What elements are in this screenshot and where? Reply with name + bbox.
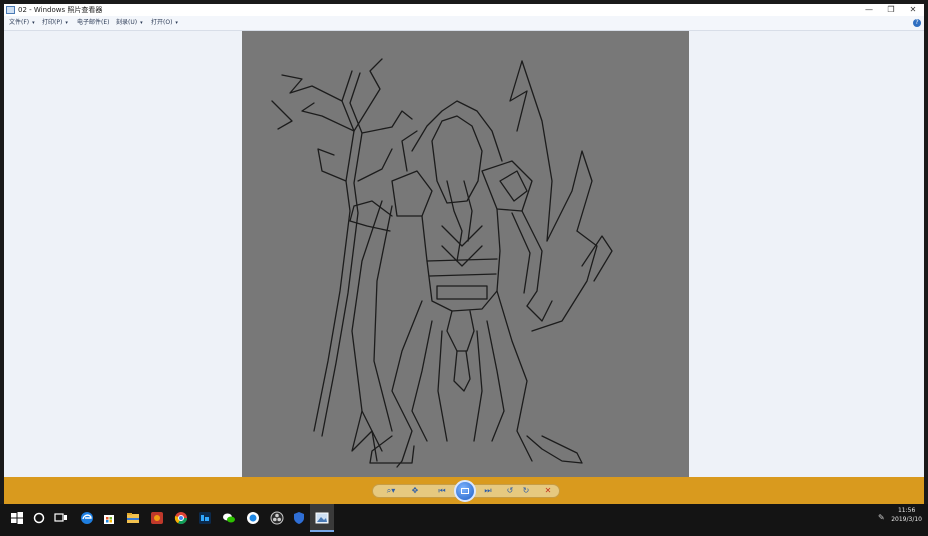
displayed-image	[242, 31, 689, 477]
playback-control-bar: ⌕▾ ✥ ⏮ ⏭ ↺ ↻ ✕	[4, 477, 924, 504]
menu-burn[interactable]: 刻录(U) ▾	[116, 16, 143, 30]
chat-app-icon[interactable]	[246, 511, 260, 525]
menu-bar: 文件(F) ▾ 打印(P) ▾ 电子邮件(E) 刻录(U) ▾ 打开(O) ▾ ?	[4, 16, 924, 31]
clock[interactable]: 11:56 2019/3/10	[891, 506, 922, 524]
pen-tray-icon[interactable]: ✎	[878, 513, 888, 523]
photo-viewer-window: 02 - Windows 照片查看器 — ❐ ✕ 文件(F) ▾ 打印(P) ▾ 电…	[4, 4, 924, 504]
photo-viewer-app-icon	[6, 6, 15, 14]
search-icon[interactable]	[32, 511, 46, 525]
rotate-ccw-icon[interactable]: ↺	[504, 484, 516, 498]
rotate-cw-icon[interactable]: ↻	[520, 484, 532, 498]
slideshow-icon	[461, 488, 469, 494]
clock-time: 11:56	[897, 507, 916, 514]
store-icon[interactable]	[102, 511, 116, 525]
character-sketch-image	[271, 58, 613, 468]
zoom-icon[interactable]: ⌕▾	[382, 484, 400, 498]
actual-size-icon[interactable]: ✥	[408, 484, 422, 498]
previous-icon[interactable]: ⏮	[434, 484, 450, 498]
menu-print[interactable]: 打印(P) ▾	[42, 16, 68, 30]
task-view-icon[interactable]	[54, 511, 68, 525]
file-explorer-icon[interactable]	[126, 511, 140, 525]
slideshow-button[interactable]	[454, 480, 476, 502]
photo-viewer-icon	[315, 512, 329, 524]
chevron-down-icon: ▾	[140, 20, 143, 26]
close-button[interactable]: ✕	[902, 4, 924, 16]
restore-button[interactable]: ❐	[880, 4, 902, 16]
minimize-button[interactable]: —	[858, 4, 880, 16]
taskbar-active-photo-viewer[interactable]	[310, 504, 334, 532]
windows-start-icon[interactable]	[10, 511, 24, 525]
shield-app-icon[interactable]	[292, 511, 306, 525]
taskbar: ✎ 11:56 2019/3/10	[0, 504, 928, 536]
menu-file[interactable]: 文件(F) ▾	[9, 16, 35, 30]
title-bar: 02 - Windows 照片查看器 — ❐ ✕	[4, 4, 924, 16]
chevron-down-icon: ▾	[175, 20, 178, 26]
photoshop-icon[interactable]	[198, 511, 212, 525]
menu-email[interactable]: 电子邮件(E)	[77, 16, 109, 30]
chevron-down-icon: ▾	[32, 20, 35, 26]
chrome-icon[interactable]	[174, 511, 188, 525]
edge-browser-icon[interactable]	[80, 511, 94, 525]
window-title: 02 - Windows 照片查看器	[18, 6, 103, 14]
next-icon[interactable]: ⏭	[480, 484, 496, 498]
wechat-icon[interactable]	[222, 511, 236, 525]
help-icon[interactable]: ?	[913, 19, 921, 27]
menu-open[interactable]: 打开(O) ▾	[151, 16, 178, 30]
app-red-icon[interactable]	[150, 511, 164, 525]
chevron-down-icon: ▾	[65, 20, 68, 26]
obs-icon[interactable]	[270, 511, 284, 525]
image-viewer-area	[4, 31, 924, 477]
clock-date: 2019/3/10	[891, 516, 922, 523]
delete-icon[interactable]: ✕	[542, 484, 554, 498]
